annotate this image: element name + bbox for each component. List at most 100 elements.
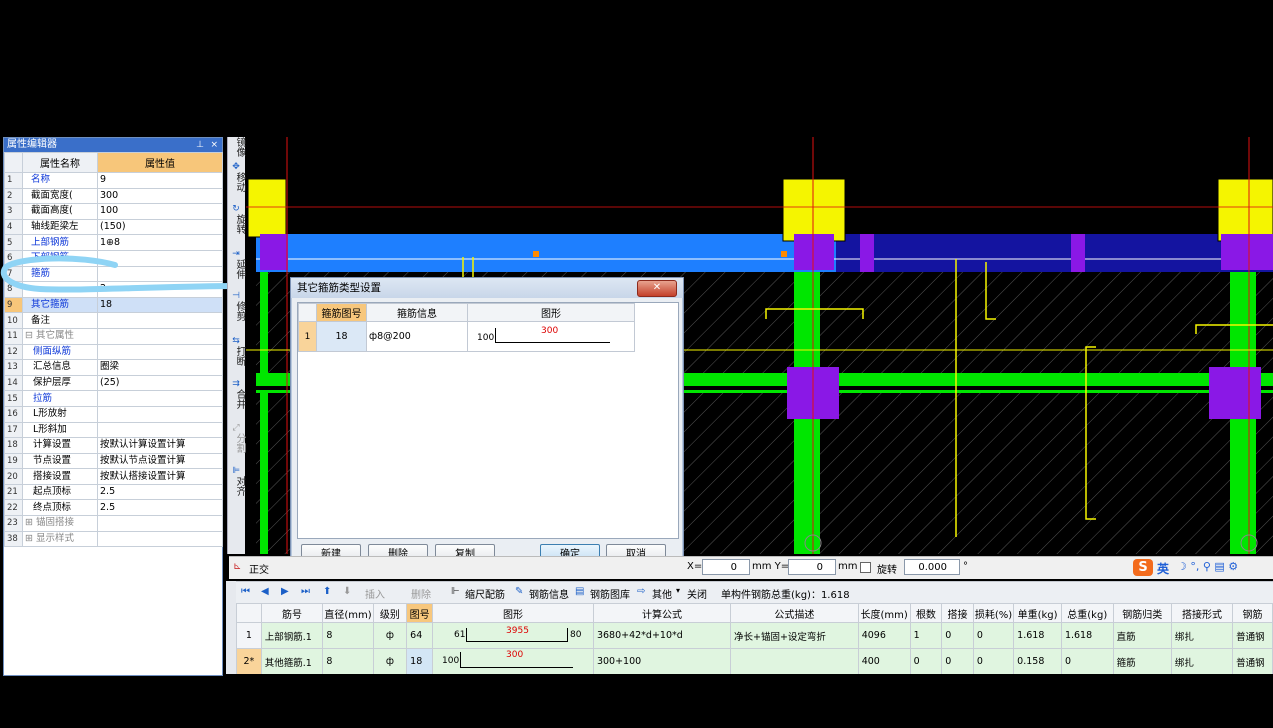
property-group-row[interactable]: 11 ⊟ 其它属性 bbox=[4, 327, 223, 345]
stirrup-row[interactable]: 1 18 ф8@200 100 300 bbox=[298, 321, 635, 352]
property-row[interactable]: 1 名称 9 bbox=[4, 172, 223, 189]
split-icon: ⤢ bbox=[232, 423, 240, 433]
property-row[interactable]: 17 L形斜加 bbox=[4, 421, 223, 439]
scale-config-button[interactable]: 缩尺配筋 bbox=[465, 586, 505, 601]
stirrup-type-dialog: 其它箍筋类型设置 ✕ 箍筋图号 箍筋信息 图形 1 18 ф8@200 100 … bbox=[290, 277, 684, 572]
tool-extend[interactable]: 延伸 bbox=[229, 259, 245, 279]
property-row[interactable]: 20 搭接设置 按默认搭接设置计算 bbox=[4, 468, 223, 485]
x-offset-input[interactable]: 0 bbox=[702, 559, 750, 575]
other-menu-button[interactable]: 其他 bbox=[652, 586, 672, 601]
column-header-stirrup-code: 箍筋图号 bbox=[316, 303, 367, 322]
rebar-info-button[interactable]: 钢筋信息 bbox=[529, 586, 569, 601]
chevron-down-icon[interactable]: ▾ bbox=[676, 586, 680, 595]
delete-row-button[interactable]: 删除 bbox=[411, 586, 431, 601]
trim-icon: ⊣ bbox=[232, 291, 240, 301]
rebar-info-icon: ✎ bbox=[515, 586, 524, 597]
property-row[interactable]: 2 截面宽度(300 bbox=[4, 187, 223, 205]
tool-mirror[interactable]: 镜像 bbox=[229, 137, 245, 157]
other-icon: ⇨ bbox=[637, 586, 646, 597]
tool-trim[interactable]: 修剪 bbox=[229, 301, 245, 321]
property-row[interactable]: 3 截面高度(100 bbox=[4, 203, 223, 220]
close-icon[interactable]: × bbox=[210, 138, 218, 152]
column-yellow-3[interactable] bbox=[1217, 178, 1273, 242]
pin-icon[interactable]: ⊥ bbox=[196, 138, 204, 152]
edit-vertical-toolbar: 镜像 ✥ 移动 ↻ 旋转 ⇥ 延伸 ⊣ 修剪 ⇆ 打断 ⇉ 合并 ⤢ 分割 ⊫ … bbox=[227, 137, 245, 554]
ortho-toggle[interactable]: 正交 bbox=[249, 561, 269, 576]
ortho-icon[interactable]: ⊾ bbox=[233, 561, 241, 572]
property-row[interactable]: 21 起点顶标 2.5 bbox=[4, 483, 223, 501]
move-icon: ✥ bbox=[232, 162, 240, 172]
dialog-close-button[interactable]: ✕ bbox=[637, 280, 677, 297]
rebar-shape-cell[interactable]: 61 3955 80 bbox=[432, 622, 594, 649]
insert-button[interactable]: 插入 bbox=[365, 586, 385, 601]
tool-align[interactable]: 对齐 bbox=[229, 476, 245, 496]
property-grid: 属性名称 属性值 1 名称 9 2 截面宽度(300 3 截面高度(100 4 轴线距梁左… bbox=[4, 152, 223, 548]
property-row[interactable]: 5 上部钢筋 1⊕8 bbox=[4, 234, 223, 251]
ime-logo-icon[interactable]: S bbox=[1133, 559, 1153, 576]
stirrup-shape-cell[interactable]: 100 300 bbox=[467, 321, 635, 352]
column-yellow-1[interactable] bbox=[247, 178, 287, 238]
tool-rotate[interactable]: 旋转 bbox=[229, 214, 245, 234]
close-table-button[interactable]: 关闭 bbox=[687, 586, 707, 601]
column-header-shape: 图形 bbox=[467, 303, 635, 322]
property-group-row[interactable]: 23 ⊞ 锚固搭接 bbox=[4, 515, 223, 532]
last-record-icon[interactable]: ⏭ bbox=[301, 586, 310, 597]
annotation-highlight-stroke bbox=[1, 255, 230, 293]
rebar-table-header: 筋号 直径(mm) 级别 图号 图形 计算公式 公式描述 长度(mm) 根数 搭… bbox=[236, 603, 1273, 623]
beam-navy[interactable] bbox=[836, 234, 1273, 272]
table-row[interactable]: 1 上部钢筋.1 8 ф 64 61 3955 80 3680+42*d+10*… bbox=[236, 622, 1273, 649]
stirrup-grid: 箍筋图号 箍筋信息 图形 1 18 ф8@200 100 300 bbox=[297, 302, 679, 539]
tool-move[interactable]: 移动 bbox=[229, 172, 245, 192]
rotate-icon: ↻ bbox=[232, 204, 240, 214]
corner-cell bbox=[298, 303, 317, 322]
property-row[interactable]: 15 拉筋 bbox=[4, 390, 223, 407]
stirrup-code-cell[interactable]: 18 bbox=[316, 321, 367, 352]
property-group-row[interactable]: 38 ⊞ 显示样式 bbox=[4, 530, 223, 548]
ime-toolbar-icons[interactable]: ☽ °, ⚲ ▤ ⚙ bbox=[1177, 560, 1238, 573]
scale-config-icon: ⊩ bbox=[451, 586, 460, 597]
property-row[interactable]: 10 备注 bbox=[4, 312, 223, 329]
coordinate-bar: ⊾ 正交 X= 0 mm Y= 0 mm 旋转 0.000 ° S 英 ☽ °,… bbox=[229, 556, 1273, 579]
next-record-icon[interactable]: ▶ bbox=[281, 586, 289, 597]
rotate-angle-input[interactable]: 0.000 bbox=[904, 559, 960, 575]
first-record-icon[interactable]: ⏮ bbox=[241, 586, 250, 597]
move-down-icon[interactable]: ⬇ bbox=[343, 586, 351, 597]
property-row[interactable]: 16 L形放射 bbox=[4, 405, 223, 423]
dialog-title: 其它箍筋类型设置 bbox=[291, 278, 683, 298]
property-editor-titlebar: 属性编辑器 ⊥ × bbox=[4, 138, 222, 152]
rebar-library-icon: ▤ bbox=[575, 586, 585, 597]
ime-language-toggle[interactable]: 英 bbox=[1157, 560, 1169, 577]
rebar-library-button[interactable]: 钢筋图库 bbox=[590, 586, 630, 601]
merge-icon: ⇉ bbox=[232, 379, 240, 389]
property-row[interactable]: 19 节点设置 按默认节点设置计算 bbox=[4, 452, 223, 470]
align-icon: ⊫ bbox=[232, 466, 240, 476]
property-editor-title: 属性编辑器 bbox=[7, 139, 57, 150]
column-yellow-2[interactable] bbox=[782, 178, 846, 242]
corner-cell bbox=[4, 152, 23, 173]
total-weight-label: 单构件钢筋总重(kg)：1.618 bbox=[721, 590, 850, 601]
stirrup-info-cell[interactable]: ф8@200 bbox=[366, 321, 468, 352]
property-row[interactable]: 13 汇总信息 圈梁 bbox=[4, 359, 223, 376]
rebar-shape-cell[interactable]: 100 300 bbox=[432, 648, 594, 674]
property-row[interactable]: 18 计算设置 按默认计算设置计算 bbox=[4, 437, 223, 454]
extend-icon: ⇥ bbox=[232, 249, 240, 259]
column-header-stirrup-info: 箍筋信息 bbox=[366, 303, 468, 322]
property-row[interactable]: 14 保护层厚 (25) bbox=[4, 374, 223, 392]
column-header-value: 属性值 bbox=[97, 152, 223, 173]
rebar-detail-table: 筋号 直径(mm) 级别 图号 图形 计算公式 公式描述 长度(mm) 根数 搭… bbox=[236, 603, 1273, 674]
move-up-icon[interactable]: ⬆ bbox=[323, 586, 331, 597]
property-row[interactable]: 4 轴线距梁左 (150) bbox=[4, 218, 223, 236]
tool-break[interactable]: 打断 bbox=[229, 346, 245, 366]
tool-split[interactable]: 分割 bbox=[229, 433, 245, 453]
property-row[interactable]: 22 终点顶标 2.5 bbox=[4, 499, 223, 517]
rotate-checkbox[interactable] bbox=[860, 562, 871, 573]
table-row-current[interactable]: 2* 其他箍筋.1 8 ф 18 100 300 300+100 400 0 0… bbox=[236, 648, 1273, 674]
prev-record-icon[interactable]: ◀ bbox=[261, 586, 269, 597]
property-row-selected[interactable]: 9 其它箍筋 18 bbox=[4, 296, 223, 314]
property-editor-panel: 属性编辑器 ⊥ × 属性名称 属性值 1 名称 9 2 截面宽度(300 3 截面高度(… bbox=[1, 137, 230, 676]
property-row[interactable]: 12 侧面纵筋 bbox=[4, 343, 223, 361]
tool-merge[interactable]: 合并 bbox=[229, 389, 245, 409]
rebar-table-gutter bbox=[226, 581, 236, 674]
break-icon: ⇆ bbox=[232, 336, 240, 346]
y-offset-input[interactable]: 0 bbox=[788, 559, 836, 575]
